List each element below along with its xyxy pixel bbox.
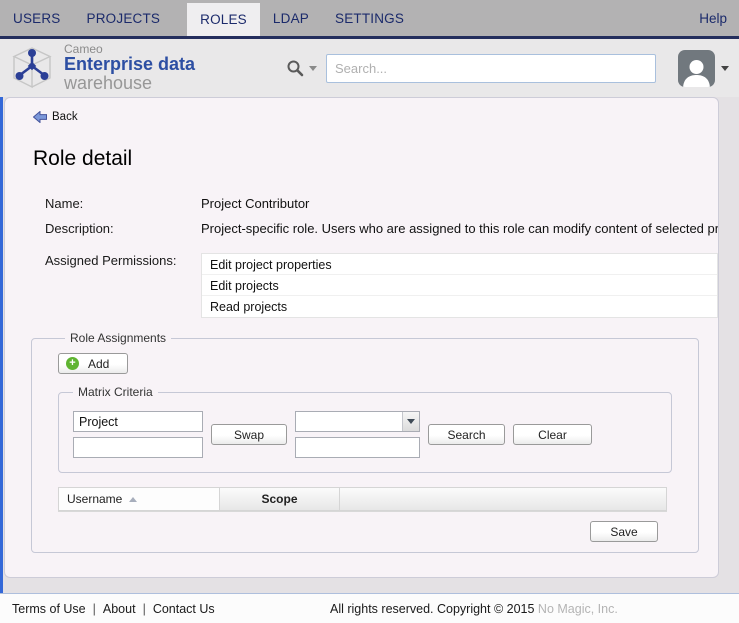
username-header-label: Username [67, 492, 122, 506]
person-icon [680, 56, 713, 87]
logo-enterprise-data: Enterprise data [64, 54, 195, 74]
contact-us-link[interactable]: Contact Us [153, 602, 215, 616]
back-label: Back [52, 111, 78, 123]
user-avatar[interactable] [678, 50, 715, 87]
search-input[interactable] [326, 54, 656, 83]
footer-links: Terms of Use | About | Contact Us [12, 602, 215, 616]
page-footer: Terms of Use | About | Contact Us All ri… [0, 593, 739, 623]
nav-item-settings[interactable]: SETTINGS [322, 0, 417, 36]
cameo-cube-icon [9, 46, 55, 90]
permissions-label: Assigned Permissions: [45, 253, 201, 268]
description-label: Description: [45, 221, 201, 236]
permission-item: Edit projects [202, 275, 717, 296]
sort-ascending-icon [129, 497, 137, 502]
footer-separator: | [143, 602, 146, 616]
left-edge-stripe [0, 97, 3, 623]
logo-text: Cameo Enterprise data warehouse [64, 43, 276, 93]
logo-line-product: Enterprise data warehouse [64, 55, 276, 93]
add-button-label: Add [88, 357, 109, 371]
select-dropdown-button[interactable] [402, 412, 419, 431]
permission-item: Edit project properties [202, 254, 717, 275]
assignments-table-header: Username Scope [58, 487, 667, 512]
description-value: Project-specific role. Users who are ass… [201, 221, 718, 236]
description-row: Description: Project-specific role. User… [45, 221, 718, 236]
row-criteria-column [73, 411, 203, 458]
top-navigation: USERS PROJECTS ROLES LDAP SETTINGS Help [0, 0, 739, 39]
role-detail-panel: Back Role detail Name: Project Contribut… [4, 97, 719, 578]
chevron-down-icon [407, 419, 415, 424]
copyright-dark: All rights reserved. Copyright © 2015 [330, 602, 534, 616]
app-header: Cameo Enterprise data warehouse [0, 39, 739, 97]
save-button[interactable]: Save [590, 521, 658, 542]
column-header-empty [340, 487, 667, 511]
back-link[interactable]: Back [33, 111, 78, 123]
matrix-criteria-grid: Swap Search Clear [73, 411, 657, 458]
search-scope-dropdown-icon[interactable] [309, 66, 317, 71]
save-row: Save [58, 521, 658, 542]
matrix-criteria-fieldset: Matrix Criteria Swap Search [58, 385, 672, 473]
logo-warehouse: warehouse [64, 73, 152, 93]
row-criteria-input-1[interactable] [73, 411, 203, 432]
permissions-row: Assigned Permissions: Edit project prope… [45, 253, 718, 318]
nav-item-projects[interactable]: PROJECTS [74, 0, 174, 36]
back-arrow-icon [33, 111, 47, 123]
user-menu [678, 50, 729, 87]
nav-item-ldap[interactable]: LDAP [260, 0, 322, 36]
add-button[interactable]: + Add [58, 353, 128, 374]
copyright-light: No Magic, Inc. [534, 602, 617, 616]
name-value: Project Contributor [201, 196, 718, 211]
role-assignments-legend: Role Assignments [65, 331, 171, 345]
nav-item-roles[interactable]: ROLES [187, 3, 260, 36]
role-fields: Name: Project Contributor Description: P… [45, 196, 718, 318]
page-title: Role detail [33, 147, 718, 171]
copyright-text: All rights reserved. Copyright © 2015 No… [330, 602, 618, 616]
terms-of-use-link[interactable]: Terms of Use [12, 602, 86, 616]
permission-item: Read projects [202, 296, 717, 317]
plus-icon: + [66, 357, 79, 370]
column-header-scope[interactable]: Scope [220, 487, 340, 511]
clear-button[interactable]: Clear [513, 424, 592, 445]
about-link[interactable]: About [103, 602, 136, 616]
swap-button[interactable]: Swap [211, 424, 287, 445]
row-criteria-input-2[interactable] [73, 437, 203, 458]
assigned-permissions-listbox: Edit project properties Edit projects Re… [201, 253, 718, 318]
app-logo[interactable]: Cameo Enterprise data warehouse [9, 43, 276, 93]
name-row: Name: Project Contributor [45, 196, 718, 211]
role-assignments-fieldset: Role Assignments + Add Matrix Criteria S… [31, 331, 699, 553]
search-area [286, 54, 656, 83]
column-header-username[interactable]: Username [58, 487, 220, 511]
search-button[interactable]: Search [428, 424, 505, 445]
column-criteria-select[interactable] [295, 411, 420, 432]
footer-gap [0, 578, 739, 593]
help-link[interactable]: Help [687, 0, 739, 36]
column-criteria-column [295, 411, 420, 458]
column-criteria-input[interactable] [295, 437, 420, 458]
search-icon[interactable] [286, 59, 304, 77]
matrix-criteria-legend: Matrix Criteria [73, 385, 158, 399]
footer-separator: | [93, 602, 96, 616]
user-menu-dropdown-icon[interactable] [721, 66, 729, 71]
name-label: Name: [45, 196, 201, 211]
nav-item-users[interactable]: USERS [0, 0, 74, 36]
nav-spacer [173, 0, 187, 36]
